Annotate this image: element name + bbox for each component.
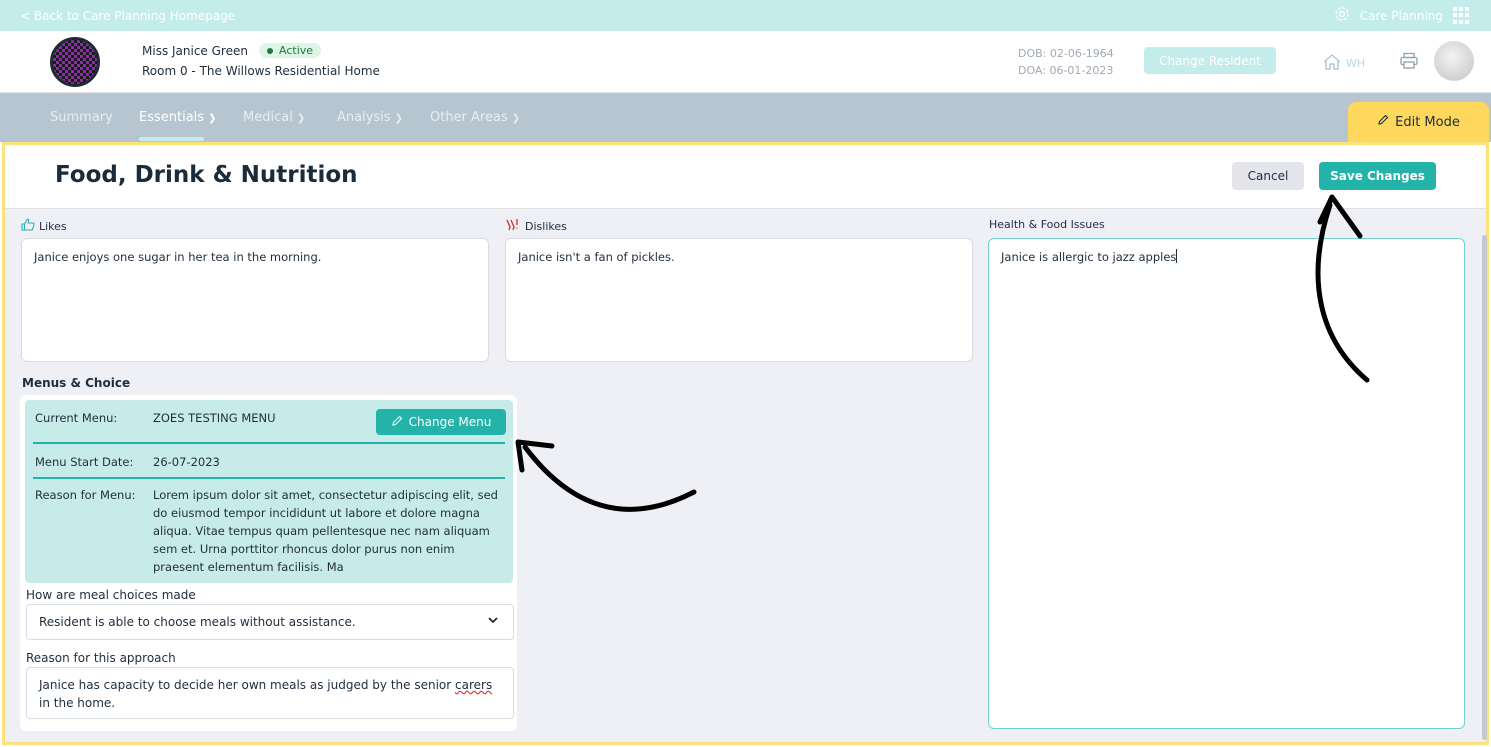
home-code: WH <box>1346 57 1366 70</box>
reason-for-menu-label: Reason for Menu: <box>35 488 136 502</box>
dislikes-label-row: Dislikes <box>505 218 567 234</box>
nav-medical-label: Medical <box>243 110 293 125</box>
reason-for-menu-value: Lorem ipsum dolor sit amet, consectetur … <box>153 488 498 574</box>
approach-text-end: in the home. <box>39 696 116 710</box>
nav-summary[interactable]: Summary <box>50 110 113 125</box>
save-changes-button[interactable]: Save Changes <box>1319 162 1436 190</box>
grid-icon[interactable] <box>1453 6 1471 25</box>
status-dot-icon <box>267 48 273 54</box>
current-menu-label: Current Menu: <box>35 411 118 425</box>
menu-start-date-row: Menu Start Date: 26-07-2023 <box>35 455 375 471</box>
nav-other-areas[interactable]: Other Areas ❯ <box>430 110 520 125</box>
meal-choice-value: Resident is able to choose meals without… <box>39 615 356 629</box>
edit-mode-tab[interactable]: Edit Mode <box>1348 102 1489 142</box>
resident-name: Miss Janice Green <box>142 44 248 58</box>
scrollbar[interactable] <box>1482 235 1487 740</box>
health-food-issues-textarea[interactable]: Janice is allergic to jazz apples <box>988 238 1465 729</box>
title-bar: Food, Drink & Nutrition Cancel Save Chan… <box>5 145 1486 209</box>
chevron-down-icon: ❯ <box>208 113 217 124</box>
nav-essentials[interactable]: Essentials ❯ <box>139 110 216 125</box>
printer-icon[interactable] <box>1399 52 1419 73</box>
health-text: Janice is allergic to jazz apples <box>1001 250 1177 264</box>
thumbs-down-icon <box>505 218 521 234</box>
resident-header: Miss Janice Green Active Room 0 - The Wi… <box>0 31 1491 93</box>
approach-text-start: Janice has capacity to decide her own me… <box>39 678 455 692</box>
resident-avatar <box>50 37 100 87</box>
top-right-controls: Care Planning <box>1334 6 1471 25</box>
divider <box>33 442 505 444</box>
nav-other-areas-label: Other Areas <box>430 110 508 125</box>
spellcheck-word: carers <box>455 678 493 692</box>
approach-label: Reason for this approach <box>26 651 176 665</box>
status-text: Active <box>279 44 314 57</box>
dob: DOB: 02-06-1964 <box>1018 47 1114 60</box>
nav-medical[interactable]: Medical ❯ <box>243 110 305 125</box>
dislikes-label: Dislikes <box>525 219 567 233</box>
resident-room: Room 0 - The Willows Residential Home <box>142 64 380 78</box>
meal-choice-select[interactable]: Resident is able to choose meals without… <box>26 604 514 640</box>
current-menu-panel: Current Menu: ZOES TESTING MENU Change M… <box>25 400 513 583</box>
thumbs-up-icon <box>21 218 35 234</box>
home-icon <box>1322 53 1342 74</box>
menu-start-date-label: Menu Start Date: <box>35 455 134 469</box>
meal-choice-label: How are meal choices made <box>26 588 196 602</box>
likes-text: Janice enjoys one sugar in her tea in th… <box>34 250 322 264</box>
doa: DOA: 06-01-2023 <box>1018 64 1114 77</box>
menu-start-date-value: 26-07-2023 <box>153 455 220 469</box>
status-badge: Active <box>259 43 322 58</box>
nav-summary-label: Summary <box>50 110 113 125</box>
main-nav: Summary Essentials ❯ Medical ❯ Analysis ❯ O… <box>0 93 1491 142</box>
resident-dates: DOB: 02-06-1964 DOA: 06-01-2023 <box>1018 45 1114 79</box>
likes-label-row: Likes <box>21 218 67 234</box>
pencil-icon <box>391 415 403 430</box>
current-menu-value: ZOES TESTING MENU <box>153 411 276 425</box>
nav-essentials-label: Essentials <box>139 110 205 125</box>
likes-label: Likes <box>39 219 67 233</box>
cancel-button[interactable]: Cancel <box>1232 162 1304 190</box>
top-strip: < Back to Care Planning Homepage Care Pl… <box>0 0 1491 31</box>
current-menu-row: Current Menu: ZOES TESTING MENU <box>35 411 375 427</box>
nav-analysis[interactable]: Analysis ❯ <box>337 110 403 125</box>
change-resident-button[interactable]: Change Resident <box>1144 47 1276 74</box>
change-menu-button[interactable]: Change Menu <box>376 409 506 435</box>
menus-card: Current Menu: ZOES TESTING MENU Change M… <box>20 395 517 731</box>
chevron-down-icon: ❯ <box>394 113 403 124</box>
pencil-icon <box>1377 114 1389 130</box>
user-avatar[interactable] <box>1434 41 1474 81</box>
home-link[interactable]: WH <box>1322 53 1365 74</box>
menus-section-title: Menus & Choice <box>22 376 131 390</box>
nav-analysis-label: Analysis <box>337 110 391 125</box>
module-name[interactable]: Care Planning <box>1360 9 1443 23</box>
page-title: Food, Drink & Nutrition <box>55 162 358 188</box>
health-label: Health & Food Issues <box>989 218 1105 231</box>
change-menu-label: Change Menu <box>408 415 492 429</box>
chevron-down-icon: ❯ <box>296 113 306 124</box>
back-to-homepage-link[interactable]: < Back to Care Planning Homepage <box>20 9 235 23</box>
divider <box>33 477 505 479</box>
gear-icon[interactable] <box>1334 6 1350 25</box>
likes-textarea[interactable]: Janice enjoys one sugar in her tea in th… <box>21 238 489 362</box>
dislikes-textarea[interactable]: Janice isn't a fan of pickles. <box>505 238 973 362</box>
dislikes-text: Janice isn't a fan of pickles. <box>518 250 675 264</box>
approach-textarea[interactable]: Janice has capacity to decide her own me… <box>26 667 514 719</box>
active-tab-indicator <box>139 137 204 141</box>
chevron-down-icon: ❯ <box>511 113 521 124</box>
text-caret <box>1176 249 1178 263</box>
edit-mode-label: Edit Mode <box>1395 114 1460 130</box>
chevron-down-icon <box>487 614 499 629</box>
main-content: Food, Drink & Nutrition Cancel Save Chan… <box>2 142 1489 745</box>
health-label-row: Health & Food Issues <box>989 218 1105 231</box>
